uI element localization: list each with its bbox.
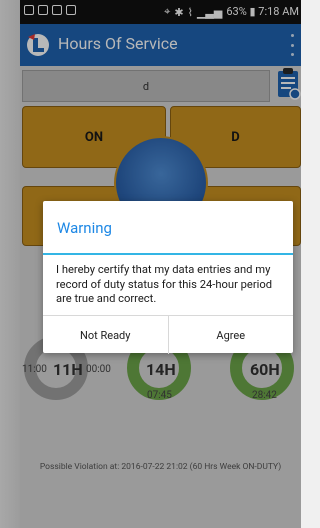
warning-dialog: Warning I hereby certify that my data en… bbox=[43, 201, 293, 354]
agree-button[interactable]: Agree bbox=[167, 316, 294, 354]
dialog-buttons: Not Ready Agree bbox=[43, 315, 293, 354]
not-ready-button[interactable]: Not Ready bbox=[43, 316, 168, 354]
dialog-message: I hereby certify that my data entries an… bbox=[56, 263, 273, 305]
dialog-divider bbox=[43, 253, 293, 255]
dialog-title: Warning bbox=[57, 219, 112, 237]
